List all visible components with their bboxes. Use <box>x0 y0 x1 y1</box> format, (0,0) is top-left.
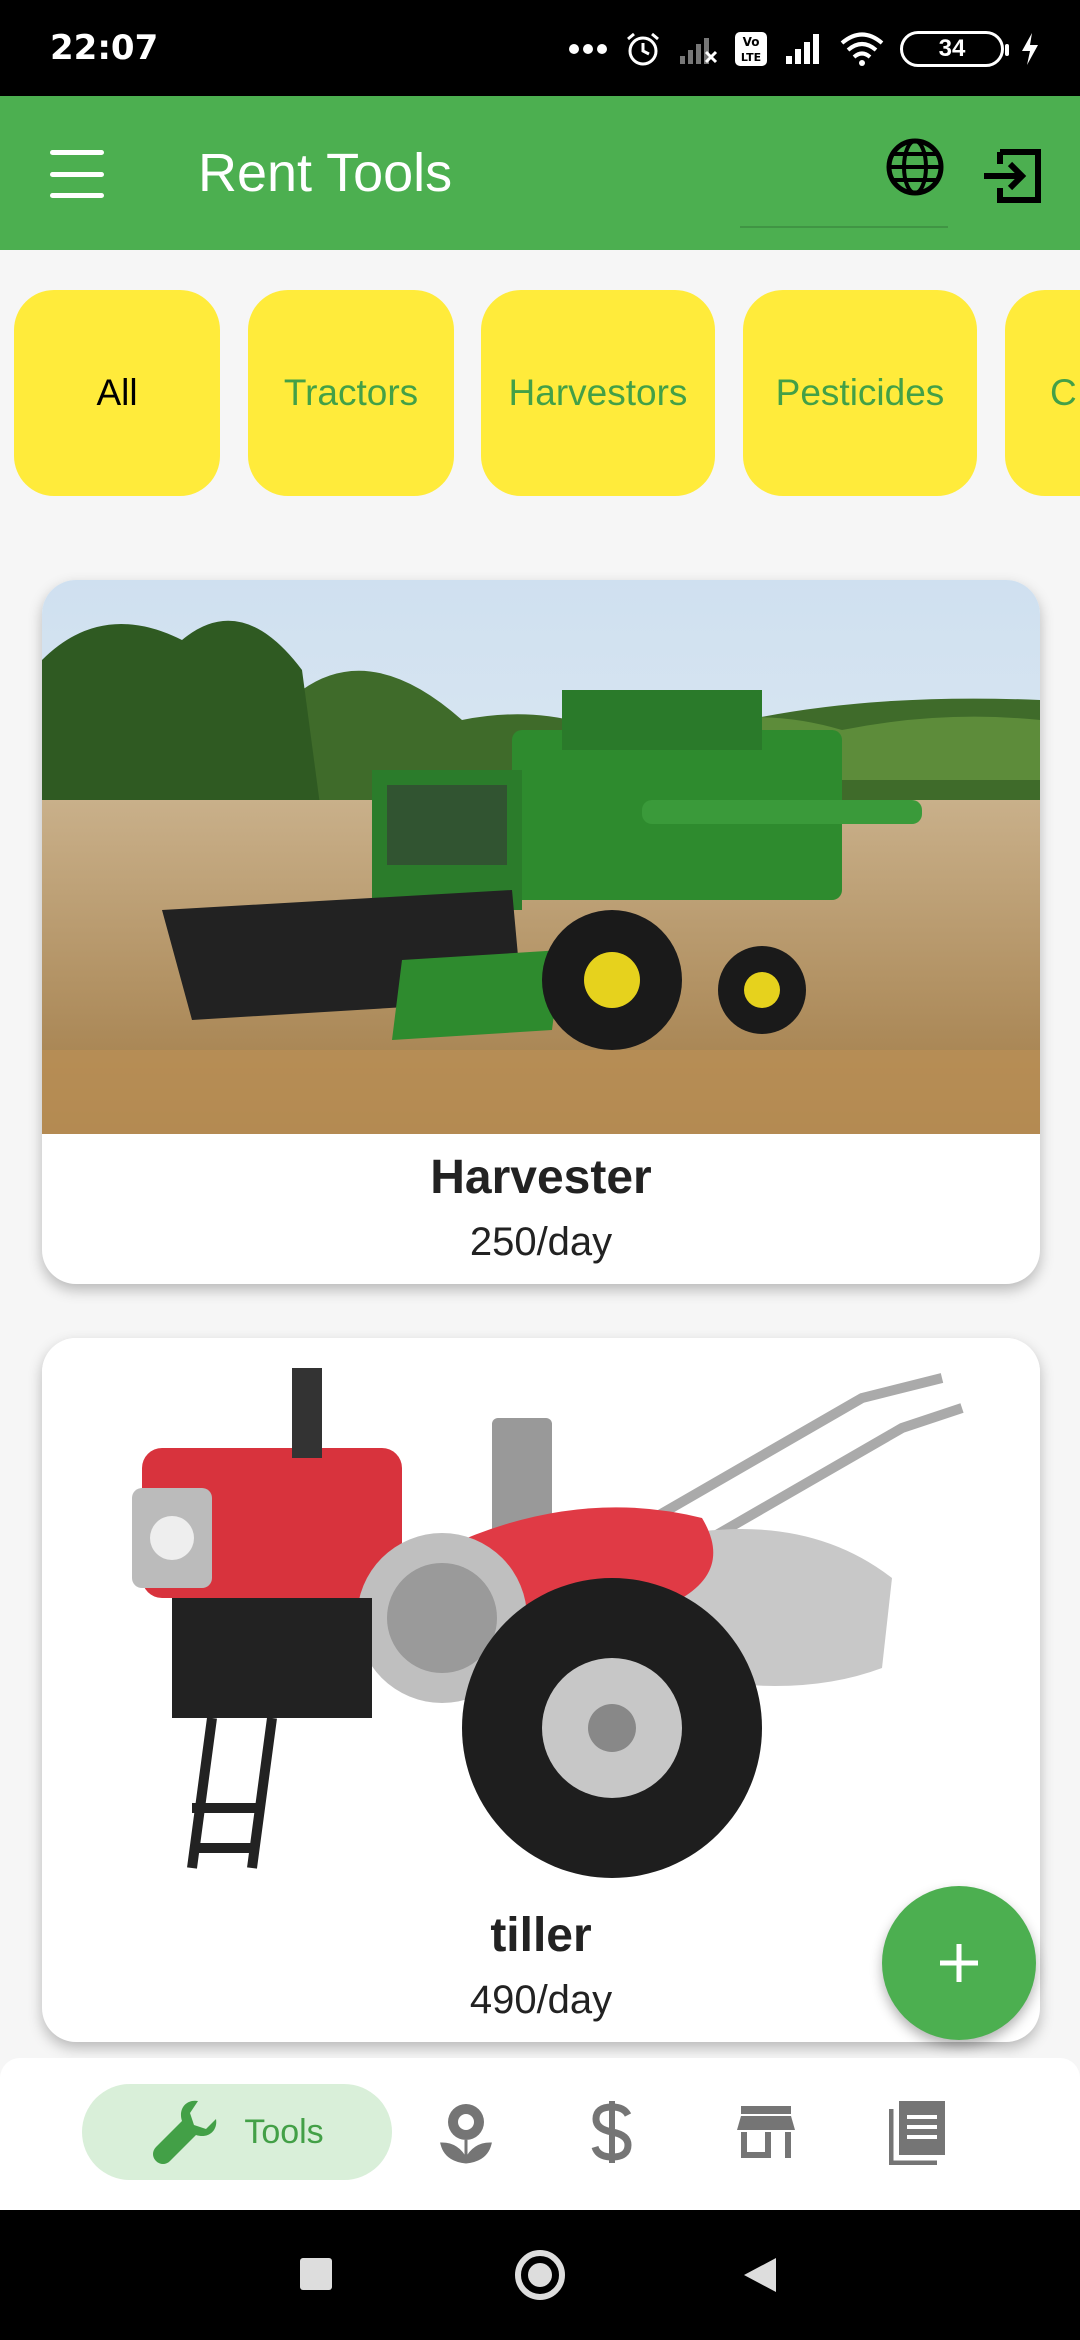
svg-text:LTE: LTE <box>741 51 761 64</box>
battery-level: 34 <box>938 35 966 62</box>
bottom-navigation: Tools <box>0 2058 1080 2210</box>
battery-icon: 34 <box>900 31 1009 67</box>
flower-icon <box>440 2104 492 2164</box>
system-navigation-bar <box>0 2210 1080 2340</box>
page-title: Rent Tools <box>198 143 453 203</box>
category-chip-tractors[interactable]: Tractors <box>248 290 454 496</box>
category-chip-all[interactable]: All <box>14 290 220 496</box>
app-bar: Rent Tools <box>0 96 1080 250</box>
nav-item-records[interactable] <box>870 2084 966 2180</box>
signal-off-icon <box>680 38 718 64</box>
home-button[interactable] <box>515 2250 565 2300</box>
combine-harvester-photo <box>42 580 1040 1134</box>
nav-item-store[interactable] <box>718 2084 814 2180</box>
more-dots-icon <box>569 44 607 54</box>
charging-icon <box>1022 33 1038 65</box>
signal-icon <box>786 34 819 64</box>
category-chip-harvestors[interactable]: Harvestors <box>481 290 715 496</box>
wifi-icon <box>840 32 884 66</box>
tool-name: Harvester <box>430 1151 652 1204</box>
back-button[interactable] <box>742 2256 778 2294</box>
logout-icon[interactable] <box>980 146 1046 206</box>
status-icons: Vo LTE 34 <box>568 26 1040 72</box>
language-selector-underline <box>740 226 948 228</box>
power-tiller-photo <box>42 1338 1040 1892</box>
store-icon <box>737 2106 795 2158</box>
tool-card-harvester[interactable]: Harvester 250/day <box>42 580 1040 1284</box>
tool-price: 250/day <box>469 1220 613 1264</box>
category-chip-partial[interactable]: C <box>1005 290 1080 496</box>
menu-icon-bar <box>50 150 104 155</box>
category-filter-bar: All Tractors Harvestors Pesticides C <box>0 290 1080 500</box>
nav-label-tools: Tools <box>244 2112 324 2151</box>
category-chip-pesticides[interactable]: Pesticides <box>743 290 977 496</box>
nav-item-garden[interactable] <box>418 2084 514 2180</box>
dollar-icon <box>591 2101 632 2163</box>
document-icon <box>889 2101 945 2165</box>
recents-button[interactable] <box>300 2258 332 2290</box>
status-bar: 22:07 Vo LTE 34 <box>0 0 1080 96</box>
svg-text:Vo: Vo <box>743 35 760 49</box>
add-tool-button[interactable] <box>882 1886 1036 2040</box>
wrench-icon <box>153 2100 217 2164</box>
nav-item-tools[interactable]: Tools <box>82 2084 392 2180</box>
menu-icon-bar <box>50 171 104 177</box>
globe-icon[interactable] <box>880 132 950 202</box>
alarm-icon <box>627 32 659 66</box>
menu-icon-bar <box>50 193 104 198</box>
home-button-dot <box>528 2263 552 2287</box>
nav-item-payments[interactable] <box>564 2084 660 2180</box>
volte-icon: Vo LTE <box>735 32 767 66</box>
status-time: 22:07 <box>50 28 159 68</box>
plus-icon <box>940 1944 978 1982</box>
menu-button[interactable] <box>42 144 112 204</box>
